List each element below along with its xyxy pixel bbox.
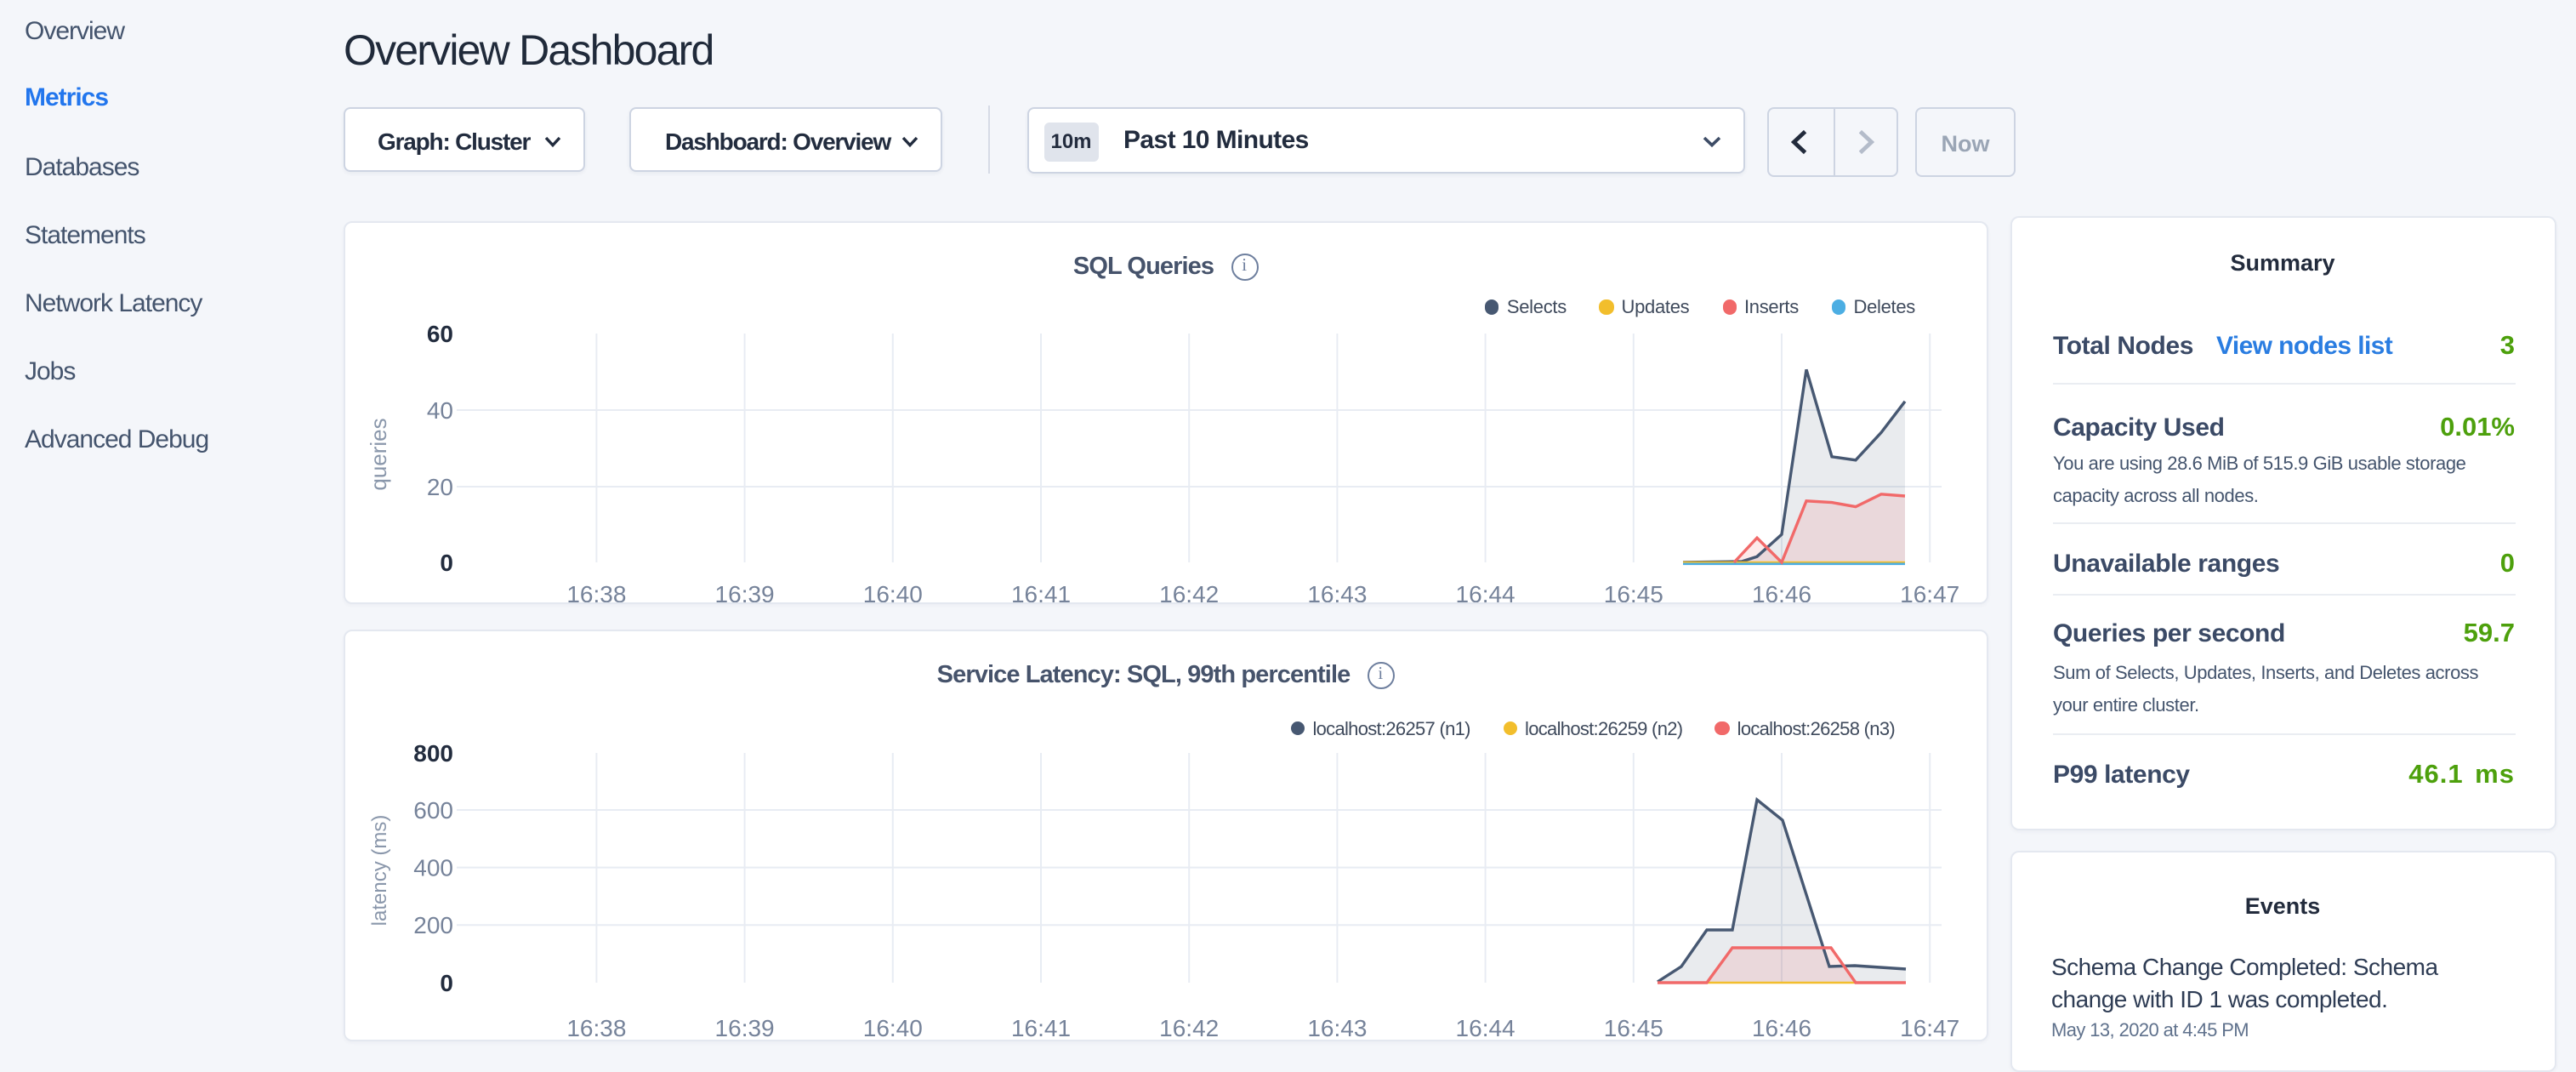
svg-text:0: 0 [439,549,452,575]
svg-text:16:47: 16:47 [1899,1014,1959,1039]
svg-text:600: 600 [412,796,452,823]
svg-text:16:39: 16:39 [714,580,774,602]
svg-text:16:38: 16:38 [566,1014,625,1039]
svg-text:16:44: 16:44 [1455,580,1515,602]
svg-text:16:44: 16:44 [1455,1014,1515,1039]
svg-text:16:42: 16:42 [1158,1014,1218,1039]
svg-text:latency (ms): latency (ms) [367,814,390,926]
svg-text:16:46: 16:46 [1751,580,1811,602]
svg-text:0: 0 [439,969,452,995]
svg-text:16:41: 16:41 [1010,1014,1070,1039]
svg-text:60: 60 [426,320,452,346]
svg-text:40: 40 [426,396,452,423]
svg-text:16:40: 16:40 [862,1014,922,1039]
svg-text:800: 800 [412,739,452,766]
svg-text:16:45: 16:45 [1603,1014,1663,1039]
svg-text:200: 200 [412,911,452,938]
svg-text:16:43: 16:43 [1306,1014,1366,1039]
svg-text:16:41: 16:41 [1010,580,1070,602]
svg-text:20: 20 [426,473,452,499]
svg-text:16:43: 16:43 [1306,580,1366,602]
svg-text:16:42: 16:42 [1158,580,1218,602]
svg-text:16:46: 16:46 [1751,1014,1811,1039]
svg-text:16:38: 16:38 [566,580,625,602]
svg-text:16:40: 16:40 [862,580,922,602]
svg-text:16:47: 16:47 [1899,580,1959,602]
svg-text:400: 400 [412,854,452,881]
svg-text:16:45: 16:45 [1603,580,1663,602]
svg-text:16:39: 16:39 [714,1014,774,1039]
svg-text:queries: queries [365,417,390,489]
